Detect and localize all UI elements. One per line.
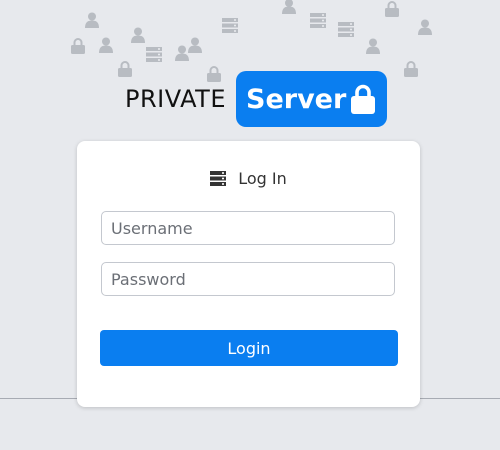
logo-server-text: Server	[246, 83, 347, 115]
login-card: Log In Login	[77, 141, 420, 407]
login-card-header: Log In	[77, 169, 420, 188]
user-icon	[175, 45, 189, 61]
lock-icon	[351, 84, 376, 114]
logo-server-badge: Server	[236, 71, 388, 127]
user-icon	[131, 27, 145, 43]
user-icon	[282, 0, 296, 14]
brand-logo: PRIVATE Server	[125, 71, 388, 127]
server-icon	[338, 22, 354, 37]
server-icon	[310, 13, 326, 28]
lock-icon	[71, 38, 85, 54]
user-icon	[366, 38, 380, 54]
user-icon	[99, 37, 113, 53]
lock-icon	[385, 1, 399, 17]
user-icon	[85, 12, 99, 28]
login-button[interactable]: Login	[100, 330, 398, 366]
login-title: Log In	[238, 169, 287, 188]
server-icon	[222, 18, 238, 33]
logo-private-text: PRIVATE	[125, 85, 226, 113]
lock-icon	[404, 61, 418, 77]
server-stack-icon	[210, 171, 227, 186]
username-input[interactable]	[101, 211, 395, 245]
password-input[interactable]	[101, 262, 395, 296]
user-icon	[188, 37, 202, 53]
user-icon	[418, 19, 432, 35]
server-icon	[146, 47, 162, 62]
